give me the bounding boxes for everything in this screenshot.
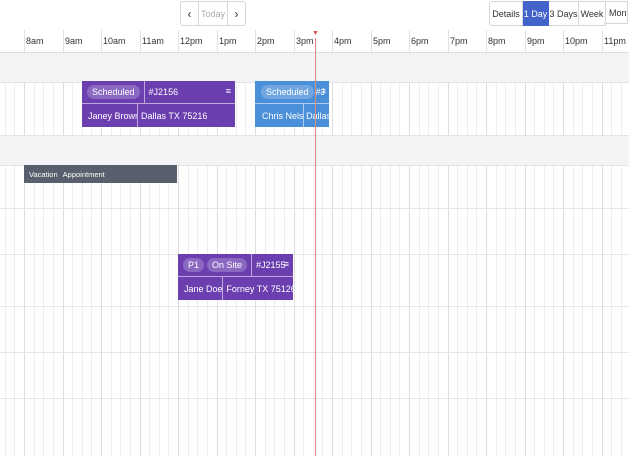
hour-tick: [486, 30, 487, 52]
status-badge: On Site: [207, 258, 248, 272]
status-badge: Scheduled: [87, 85, 140, 99]
view-month-button[interactable]: Month: [606, 1, 628, 24]
hour-label: 10pm: [565, 36, 588, 46]
hour-label: 10am: [103, 36, 126, 46]
hour-label: 6pm: [411, 36, 429, 46]
view-week-button[interactable]: Week: [579, 1, 606, 26]
hour-tick: [255, 30, 256, 52]
menu-icon[interactable]: ≡: [226, 86, 231, 96]
current-time-marker: ▼: [312, 30, 319, 37]
hour-tick: [371, 30, 372, 52]
hour-label: 11am: [142, 36, 164, 46]
customer-name: Jane Doerty: [184, 283, 223, 294]
menu-icon[interactable]: ≡: [321, 86, 326, 96]
status-badge: Scheduled: [261, 85, 314, 99]
hour-tick: [332, 30, 333, 52]
hour-tick: [525, 30, 526, 52]
hour-label: 9pm: [527, 36, 545, 46]
job-event-card[interactable]: Scheduled #J2156 ≡ Janey Brown Dallas TX…: [82, 81, 235, 127]
view-switcher: Details 1 Day 3 Days Week Month: [489, 1, 628, 26]
job-number: #J2155: [256, 260, 286, 270]
priority-badge: P1: [183, 258, 205, 272]
menu-icon[interactable]: ≡: [284, 259, 289, 269]
hour-label: 5pm: [373, 36, 391, 46]
hour-label: 8pm: [488, 36, 506, 46]
hour-label: 1pm: [219, 36, 237, 46]
customer-name: Chris Nelson: [262, 110, 304, 121]
hour-tick: [563, 30, 564, 52]
customer-location: Forney TX 75126: [226, 283, 293, 294]
scheduler-toolbar: ‹ Today › Details 1 Day 3 Days Week Mont…: [0, 0, 629, 30]
vacation-label: Appointment: [62, 169, 105, 179]
customer-location: Dallas: [306, 110, 329, 121]
chevron-right-icon: ›: [234, 6, 239, 21]
hour-tick: [409, 30, 410, 52]
today-button[interactable]: Today: [199, 1, 227, 26]
hour-label: 8am: [26, 36, 44, 46]
customer-location: Dallas TX 75216: [141, 110, 208, 121]
hour-tick: [294, 30, 295, 52]
hour-tick: [448, 30, 449, 52]
view-details-button[interactable]: Details: [489, 1, 523, 26]
view-1day-button[interactable]: 1 Day: [523, 1, 549, 26]
current-time-line: [315, 38, 316, 456]
date-navigation: ‹ Today ›: [180, 1, 246, 26]
job-event-card[interactable]: P1 On Site #J2155 ≡ Jane Doerty Forney T…: [178, 254, 293, 300]
job-event-card[interactable]: Scheduled #J ≡ Chris Nelson Dallas: [255, 81, 329, 127]
chevron-left-icon: ‹: [187, 6, 192, 21]
hour-label: 12pm: [180, 36, 203, 46]
hour-tick: [101, 30, 102, 52]
hour-label: 2pm: [257, 36, 275, 46]
customer-name: Janey Brown: [88, 110, 137, 121]
next-button[interactable]: ›: [227, 1, 246, 26]
job-number: #J2156: [148, 87, 179, 97]
hour-tick: [602, 30, 603, 52]
previous-button[interactable]: ‹: [180, 1, 199, 26]
hour-tick: [63, 30, 64, 52]
hour-label: 3pm: [296, 36, 314, 46]
hour-tick: [217, 30, 218, 52]
hour-tick: [178, 30, 179, 52]
hour-tick: [24, 30, 25, 52]
scheduler-timeline: 8am 9am 10am 11am 12pm 1pm 2pm 3pm 4pm 5pm 6pm 7pm 8…: [0, 30, 629, 456]
hour-label: 9am: [65, 36, 83, 46]
hour-label: 11pm: [604, 36, 626, 46]
hour-label: 7pm: [450, 36, 468, 46]
vacation-type: Vacation: [29, 169, 58, 179]
vacation-appointment-bar[interactable]: Vacation Appointment: [24, 165, 177, 183]
hour-label: 4pm: [334, 36, 352, 46]
view-3days-button[interactable]: 3 Days: [549, 1, 579, 26]
hour-tick: [140, 30, 141, 52]
